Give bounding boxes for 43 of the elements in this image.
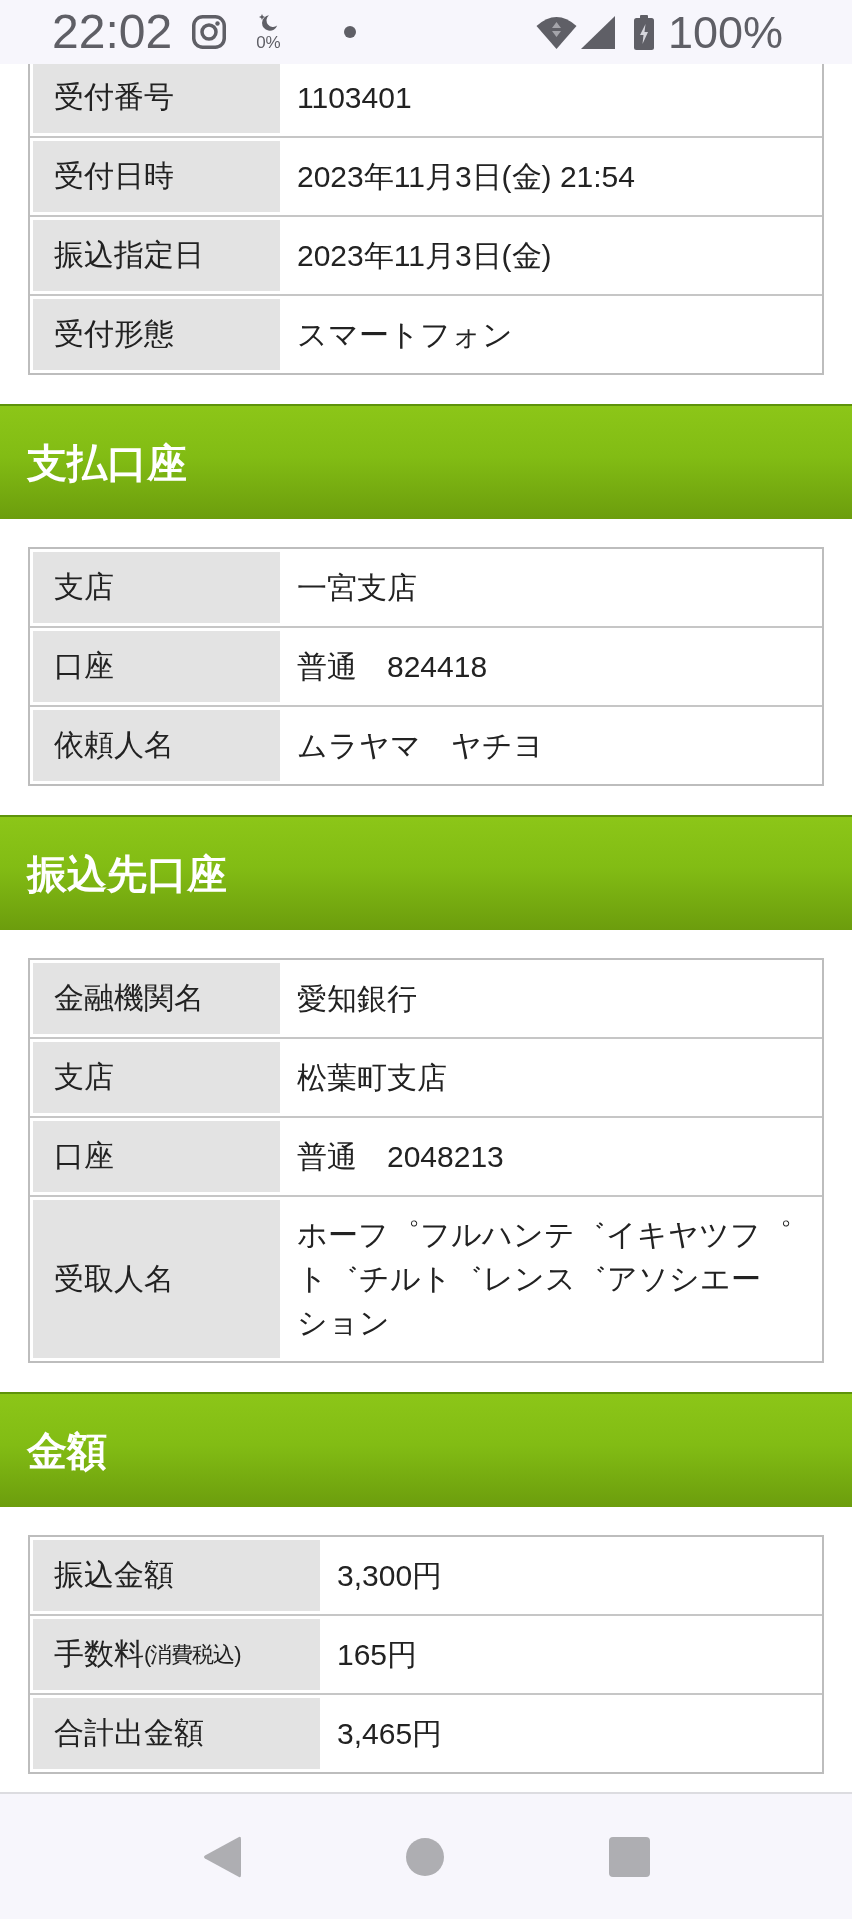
value-text: 愛知銀行	[297, 980, 418, 1017]
label-cell: 支店	[33, 1042, 280, 1113]
value-text: スマートフォン	[297, 316, 514, 353]
label-cell: 口座	[33, 631, 280, 702]
section-title: 振込先口座	[27, 851, 227, 896]
label-cell: 受取人名	[33, 1200, 280, 1358]
value-text: 2023年11月3日(金) 21:54	[297, 158, 636, 195]
label-cell: 金融機関名	[33, 963, 280, 1034]
moon-icon	[258, 13, 279, 31]
value-text: 2023年11月3日(金)	[297, 237, 553, 274]
label-cell: 振込指定日	[33, 220, 280, 291]
value-text: 松葉町支店	[297, 1059, 448, 1096]
label-cell: 受付日時	[33, 141, 280, 212]
label-cell: 手数料(消費税込)	[33, 1619, 320, 1690]
label-cell: 合計出金額	[33, 1698, 320, 1769]
wifi-icon	[535, 15, 577, 49]
status-time: 22:02	[52, 8, 173, 56]
battery-percent: 100%	[667, 9, 783, 55]
recents-icon[interactable]	[608, 1836, 650, 1877]
label-cell: 受付形態	[33, 299, 280, 370]
dot-icon	[343, 26, 356, 38]
label-cell: 振込金額	[33, 1540, 320, 1611]
section-title: 支払口座	[27, 440, 187, 485]
value-text: 一宮支店	[297, 569, 418, 606]
battery-icon	[633, 14, 654, 50]
value-text: ムラヤマ ヤチヨ	[297, 727, 545, 764]
value-text: 165円	[337, 1636, 419, 1673]
percent-label: 0%	[256, 33, 281, 51]
value-text: 普通 2048213	[297, 1138, 505, 1175]
signal-icon	[580, 15, 615, 49]
label-cell: 依頼人名	[33, 710, 280, 781]
value-text: 1103401	[297, 79, 413, 116]
label-cell: 支店	[33, 552, 280, 623]
home-icon[interactable]	[405, 1837, 444, 1876]
value-text: 普通 824418	[297, 648, 489, 685]
camera-icon	[192, 15, 227, 49]
section-title: 金額	[27, 1428, 107, 1473]
label-cell: 受付番号	[33, 64, 280, 133]
value-text: ホーフ゜フルハンテ゛イキヤツフ゜ト゛チルト゛レンス゛アソシエーション	[297, 1217, 793, 1341]
back-icon[interactable]	[202, 1834, 241, 1879]
label-cell: 口座	[33, 1121, 280, 1192]
value-text: 3,465円	[337, 1715, 444, 1752]
value-text: 3,300円	[337, 1557, 444, 1594]
